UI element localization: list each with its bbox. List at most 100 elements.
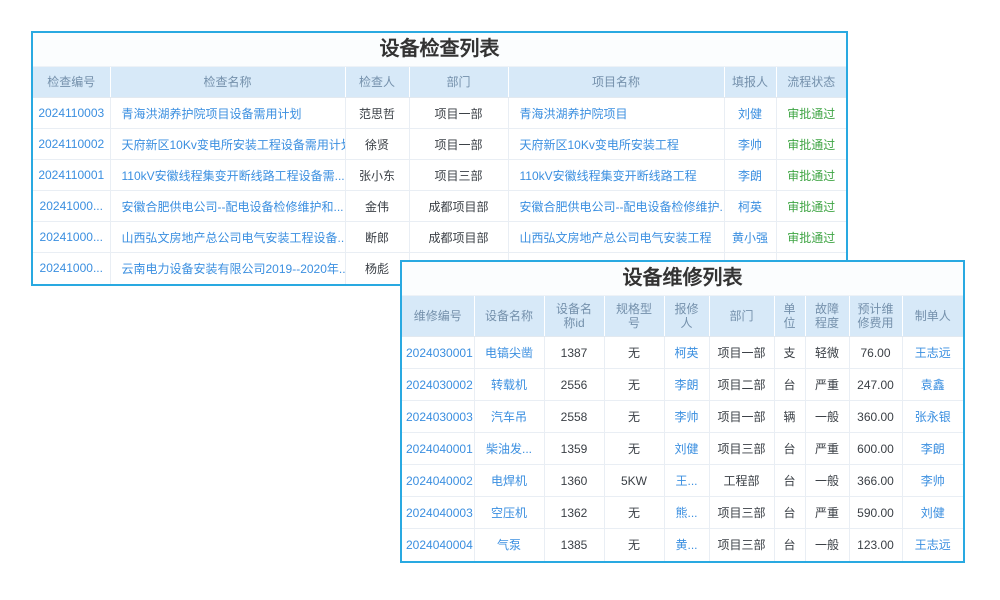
- inspection-id-link[interactable]: 2024110002: [33, 129, 110, 160]
- project-name-link[interactable]: 110kV安徽线程集变开断线路工程: [508, 160, 724, 191]
- cost-cell: 590.00: [849, 497, 902, 529]
- device-name-link[interactable]: 柴油发...: [474, 433, 544, 465]
- cost-cell: 123.00: [849, 529, 902, 561]
- model-cell: 5KW: [604, 465, 664, 497]
- department-cell: 成都项目部: [409, 222, 508, 253]
- repair-id-link[interactable]: 2024040001: [402, 433, 474, 465]
- inspection-id-link[interactable]: 20241000...: [33, 222, 110, 253]
- table-row: 2024110002 天府新区10Kv变电所安装工程设备需用计划 徐贤 项目一部…: [33, 129, 846, 160]
- col-device-name-id: 设备名 称id: [544, 296, 604, 337]
- device-name-link[interactable]: 转载机: [474, 369, 544, 401]
- inspection-name-link[interactable]: 天府新区10Kv变电所安装工程设备需用计划: [110, 129, 345, 160]
- project-name-link[interactable]: 青海洪湖养护院项目: [508, 98, 724, 129]
- inspection-id-link[interactable]: 20241000...: [33, 253, 110, 284]
- inspection-name-link[interactable]: 云南电力设备安装有限公司2019--2020年...: [110, 253, 345, 284]
- unit-cell: 台: [774, 369, 805, 401]
- table-row: 20241000... 山西弘文房地产总公司电气安装工程设备... 断郎 成都项…: [33, 222, 846, 253]
- repair-reporter-link[interactable]: 李朗: [664, 369, 709, 401]
- inspection-list-title: 设备检查列表: [33, 33, 846, 67]
- col-spec-model: 规格型 号: [604, 296, 664, 337]
- col-fault-degree: 故障 程度: [805, 296, 849, 337]
- inspection-id-link[interactable]: 20241000...: [33, 191, 110, 222]
- unit-cell: 台: [774, 433, 805, 465]
- repair-id-link[interactable]: 2024040003: [402, 497, 474, 529]
- model-cell: 无: [604, 337, 664, 369]
- status-badge: 审批通过: [776, 191, 846, 222]
- device-name-link[interactable]: 气泵: [474, 529, 544, 561]
- table-row: 2024030002 转载机 2556 无 李朗 项目二部 台 严重 247.0…: [402, 369, 963, 401]
- department-cell: 工程部: [709, 465, 774, 497]
- department-cell: 项目三部: [409, 160, 508, 191]
- model-cell: 无: [604, 433, 664, 465]
- creator-link[interactable]: 王志远: [902, 337, 963, 369]
- creator-link[interactable]: 袁鑫: [902, 369, 963, 401]
- creator-link[interactable]: 刘健: [902, 497, 963, 529]
- project-name-link[interactable]: 山西弘文房地产总公司电气安装工程: [508, 222, 724, 253]
- col-device-name: 设备名称: [474, 296, 544, 337]
- device-id-cell: 1385: [544, 529, 604, 561]
- severity-cell: 一般: [805, 401, 849, 433]
- inspection-id-link[interactable]: 2024110003: [33, 98, 110, 129]
- device-name-link[interactable]: 空压机: [474, 497, 544, 529]
- col-unit: 单 位: [774, 296, 805, 337]
- device-name-link[interactable]: 电镐尖凿: [474, 337, 544, 369]
- severity-cell: 严重: [805, 497, 849, 529]
- creator-link[interactable]: 李帅: [902, 465, 963, 497]
- creator-link[interactable]: 张永银: [902, 401, 963, 433]
- reporter-link[interactable]: 黄小强: [724, 222, 776, 253]
- inspector-cell: 徐贤: [345, 129, 409, 160]
- repair-reporter-link[interactable]: 李帅: [664, 401, 709, 433]
- inspector-cell: 张小东: [345, 160, 409, 191]
- table-row: 2024030001 电镐尖凿 1387 无 柯英 项目一部 支 轻微 76.0…: [402, 337, 963, 369]
- creator-link[interactable]: 李朗: [902, 433, 963, 465]
- repair-list-title: 设备维修列表: [402, 262, 963, 296]
- department-cell: 项目二部: [709, 369, 774, 401]
- table-row: 2024030003 汽车吊 2558 无 李帅 项目一部 辆 一般 360.0…: [402, 401, 963, 433]
- department-cell: 项目一部: [709, 401, 774, 433]
- reporter-link[interactable]: 刘健: [724, 98, 776, 129]
- repair-reporter-link[interactable]: 王...: [664, 465, 709, 497]
- col-inspector: 检查人: [345, 67, 409, 98]
- status-badge: 审批通过: [776, 98, 846, 129]
- creator-link[interactable]: 王志远: [902, 529, 963, 561]
- repair-id-link[interactable]: 2024030003: [402, 401, 474, 433]
- inspection-name-link[interactable]: 山西弘文房地产总公司电气安装工程设备...: [110, 222, 345, 253]
- device-name-link[interactable]: 电焊机: [474, 465, 544, 497]
- inspection-id-link[interactable]: 2024110001: [33, 160, 110, 191]
- department-cell: 项目一部: [409, 98, 508, 129]
- status-badge: 审批通过: [776, 129, 846, 160]
- reporter-link[interactable]: 李帅: [724, 129, 776, 160]
- repair-reporter-link[interactable]: 黄...: [664, 529, 709, 561]
- device-id-cell: 2556: [544, 369, 604, 401]
- unit-cell: 支: [774, 337, 805, 369]
- repair-reporter-link[interactable]: 刘健: [664, 433, 709, 465]
- department-cell: 项目三部: [709, 529, 774, 561]
- reporter-link[interactable]: 柯英: [724, 191, 776, 222]
- inspection-name-link[interactable]: 青海洪湖养护院项目设备需用计划: [110, 98, 345, 129]
- reporter-link[interactable]: 李朗: [724, 160, 776, 191]
- repair-id-link[interactable]: 2024030001: [402, 337, 474, 369]
- col-department: 部门: [409, 67, 508, 98]
- inspection-name-link[interactable]: 安徽合肥供电公司--配电设备检修维护和...: [110, 191, 345, 222]
- col-repair-id: 维修编号: [402, 296, 474, 337]
- inspector-cell: 范思哲: [345, 98, 409, 129]
- repair-id-link[interactable]: 2024040002: [402, 465, 474, 497]
- table-row: 2024040003 空压机 1362 无 熊... 项目三部 台 严重 590…: [402, 497, 963, 529]
- table-row: 2024110003 青海洪湖养护院项目设备需用计划 范思哲 项目一部 青海洪湖…: [33, 98, 846, 129]
- device-name-link[interactable]: 汽车吊: [474, 401, 544, 433]
- cost-cell: 76.00: [849, 337, 902, 369]
- col-repair-department: 部门: [709, 296, 774, 337]
- repair-reporter-link[interactable]: 熊...: [664, 497, 709, 529]
- project-name-link[interactable]: 安徽合肥供电公司--配电设备检修维护...: [508, 191, 724, 222]
- repair-id-link[interactable]: 2024030002: [402, 369, 474, 401]
- project-name-link[interactable]: 天府新区10Kv变电所安装工程: [508, 129, 724, 160]
- device-id-cell: 1387: [544, 337, 604, 369]
- inspection-name-link[interactable]: 110kV安徽线程集变开断线路工程设备需...: [110, 160, 345, 191]
- cost-cell: 360.00: [849, 401, 902, 433]
- repair-id-link[interactable]: 2024040004: [402, 529, 474, 561]
- col-inspection-id: 检查编号: [33, 67, 110, 98]
- col-inspection-name: 检查名称: [110, 67, 345, 98]
- device-id-cell: 1362: [544, 497, 604, 529]
- repair-reporter-link[interactable]: 柯英: [664, 337, 709, 369]
- col-project-name: 项目名称: [508, 67, 724, 98]
